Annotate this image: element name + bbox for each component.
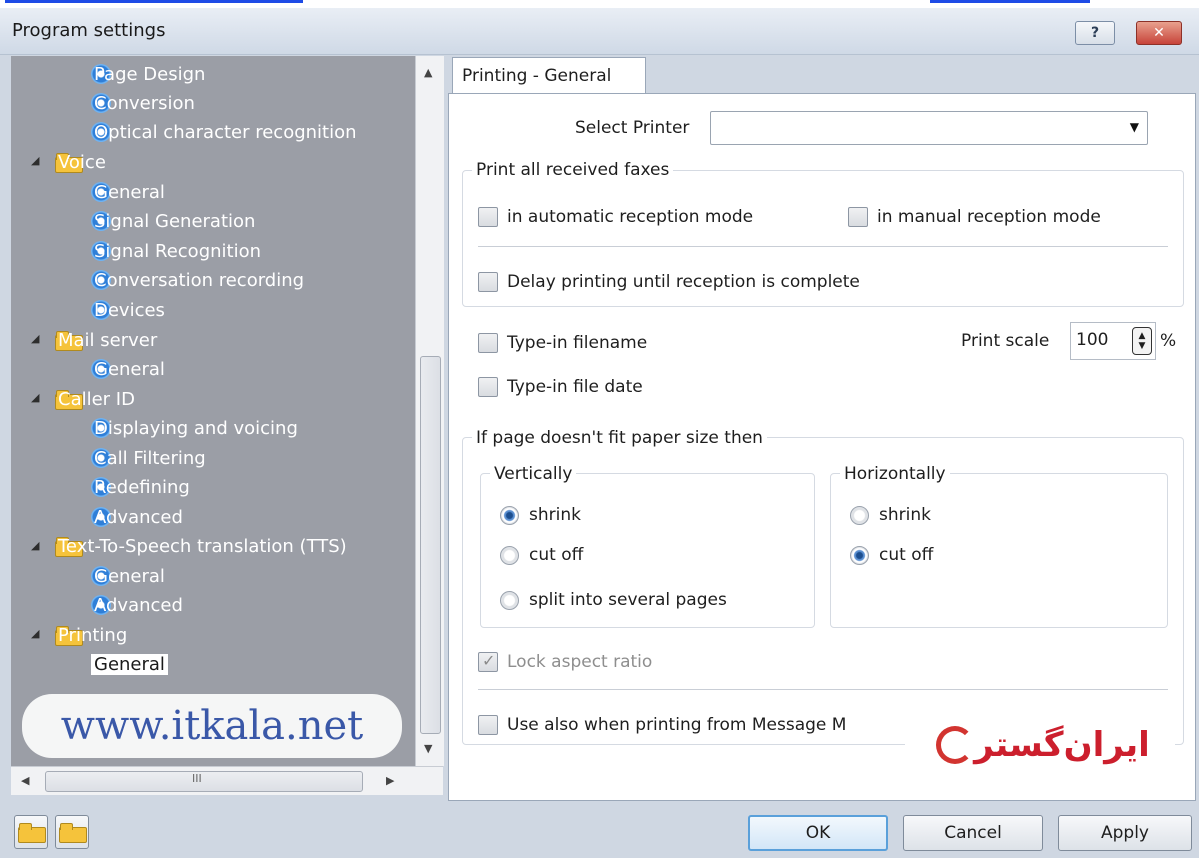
scrollbar-thumb[interactable] [420, 356, 441, 734]
vertical-cutoff-radio[interactable] [500, 546, 519, 565]
scroll-up-icon[interactable]: ▲ [424, 66, 432, 79]
vertical-split-label[interactable]: split into several pages [529, 590, 727, 610]
typein-filename-label[interactable]: Type-in filename [507, 333, 647, 353]
tree-item-ocr[interactable]: Optical character recognition [91, 118, 357, 146]
tree-vertical-scrollbar[interactable]: ▲ ▼ [415, 56, 444, 766]
open-folder-alt-button[interactable] [55, 815, 89, 849]
auto-reception-checkbox[interactable] [478, 207, 498, 227]
typein-filedate-checkbox[interactable] [478, 377, 498, 397]
divider [478, 246, 1168, 247]
vertical-split-radio[interactable] [500, 591, 519, 610]
close-icon: ✕ [1153, 25, 1165, 41]
print-scale-unit: % [1160, 331, 1177, 351]
fit-title: If page doesn't fit paper size then [472, 428, 767, 448]
settings-tree[interactable]: Page Design Conversion Optical character… [11, 56, 415, 766]
horizontal-cutoff-label[interactable]: cut off [879, 545, 933, 565]
manual-reception-checkbox[interactable] [848, 207, 868, 227]
logo-mark-icon [936, 726, 975, 764]
apply-button[interactable]: Apply [1058, 815, 1192, 851]
collapse-arrow-icon[interactable]: ◢ [31, 391, 39, 404]
watermark-itkala: www.itkala.net [22, 694, 402, 758]
top-link-fragment-left [5, 0, 303, 3]
printer-select[interactable]: ▼ [710, 111, 1148, 145]
cancel-button[interactable]: Cancel [903, 815, 1043, 851]
tree-item-voice[interactable]: Voice [55, 148, 106, 176]
vertically-title: Vertically [490, 464, 577, 484]
delay-printing-label[interactable]: Delay printing until reception is comple… [507, 272, 860, 292]
print-scale-value[interactable]: 100 [1076, 330, 1108, 350]
tree-item-tts-advanced[interactable]: Advanced [91, 591, 183, 619]
tree-item-printing[interactable]: Printing [55, 621, 127, 649]
tree-item-caller-advanced[interactable]: Advanced [91, 503, 183, 531]
title-bar: Program settings ? ✕ [0, 8, 1199, 55]
print-scale-stepper[interactable]: 100 ▲ ▼ [1070, 322, 1156, 360]
divider [478, 689, 1168, 690]
typein-filedate-label[interactable]: Type-in file date [507, 377, 643, 397]
tree-horizontal-scrollbar[interactable]: ◀ III ▶ [11, 766, 443, 795]
typein-filename-checkbox[interactable] [478, 333, 498, 353]
select-printer-label: Select Printer [575, 118, 690, 138]
tree-item-conversation-recording[interactable]: Conversation recording [91, 266, 304, 294]
irangostar-logo: ایران‌گستر [905, 710, 1175, 780]
collapse-arrow-icon[interactable]: ◢ [31, 154, 39, 167]
scrollbar-grip: III [192, 772, 202, 785]
collapse-arrow-icon[interactable]: ◢ [31, 332, 39, 345]
tab-printing-general[interactable]: Printing - General [452, 57, 646, 94]
logo-text: ایران‌گستر [974, 725, 1150, 765]
tree-item-voice-general[interactable]: General [91, 178, 165, 206]
use-also-checkbox[interactable] [478, 715, 498, 735]
vertical-shrink-radio[interactable] [500, 506, 519, 525]
help-button[interactable]: ? [1075, 21, 1115, 45]
tree-item-signal-recognition[interactable]: Signal Recognition [91, 237, 261, 265]
folder-icon [59, 823, 87, 843]
window-title: Program settings [12, 20, 166, 41]
help-icon: ? [1090, 25, 1100, 41]
scroll-left-icon[interactable]: ◀ [21, 774, 29, 787]
vertical-cutoff-label[interactable]: cut off [529, 545, 583, 565]
scroll-right-icon[interactable]: ▶ [386, 774, 394, 787]
horizontal-shrink-label[interactable]: shrink [879, 505, 931, 525]
ok-button[interactable]: OK [748, 815, 888, 851]
tree-item-tts[interactable]: Text-To-Speech translation (TTS) [55, 532, 347, 560]
tree-item-page-design[interactable]: Page Design [91, 60, 205, 88]
tree-item-mail-general[interactable]: General [91, 355, 165, 383]
collapse-arrow-icon[interactable]: ◢ [31, 627, 39, 640]
tree-item-call-filtering[interactable]: Call Filtering [91, 444, 206, 472]
auto-reception-label[interactable]: in automatic reception mode [507, 207, 753, 227]
delay-printing-checkbox[interactable] [478, 272, 498, 292]
collapse-arrow-icon[interactable]: ◢ [31, 539, 39, 552]
spin-down-icon[interactable]: ▼ [1139, 341, 1146, 351]
tree-item-displaying-voicing[interactable]: Displaying and voicing [91, 414, 298, 442]
lock-aspect-label[interactable]: Lock aspect ratio [507, 652, 652, 672]
chevron-down-icon: ▼ [1129, 120, 1139, 134]
top-link-fragment-right [930, 0, 1090, 3]
spin-buttons[interactable]: ▲ ▼ [1132, 327, 1152, 355]
scrollbar-thumb[interactable]: III [45, 771, 363, 792]
vertical-shrink-label[interactable]: shrink [529, 505, 581, 525]
close-button[interactable]: ✕ [1136, 21, 1182, 45]
print-all-title: Print all received faxes [472, 160, 674, 180]
use-also-label[interactable]: Use also when printing from Message M [507, 715, 846, 735]
manual-reception-label[interactable]: in manual reception mode [877, 207, 1101, 227]
lock-aspect-checkbox[interactable] [478, 651, 498, 672]
horizontal-cutoff-radio[interactable] [850, 546, 869, 565]
tree-item-devices[interactable]: Devices [91, 296, 165, 324]
spin-up-icon[interactable]: ▲ [1139, 331, 1146, 341]
print-scale-label: Print scale [961, 331, 1050, 351]
scroll-down-icon[interactable]: ▼ [424, 742, 432, 755]
open-folder-button[interactable] [14, 815, 48, 849]
tree-item-mail-server[interactable]: Mail server [55, 326, 157, 354]
tree-item-caller-id[interactable]: Caller ID [55, 385, 135, 413]
tree-item-redefining[interactable]: Redefining [91, 473, 190, 501]
folder-icon [18, 823, 46, 843]
tree-item-signal-generation[interactable]: Signal Generation [91, 207, 255, 235]
tree-item-tts-general[interactable]: General [91, 562, 165, 590]
tree-item-conversion[interactable]: Conversion [91, 89, 195, 117]
horizontally-title: Horizontally [840, 464, 950, 484]
horizontal-shrink-radio[interactable] [850, 506, 869, 525]
tree-item-printing-general[interactable]: General [91, 650, 168, 678]
